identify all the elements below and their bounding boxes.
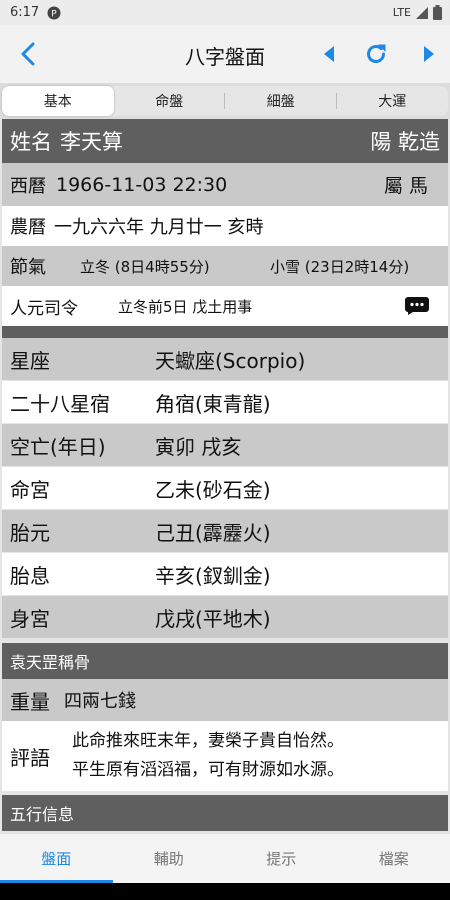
weight-value: 四兩七錢 bbox=[64, 691, 136, 712]
solar-term-label: 節氣 bbox=[10, 257, 46, 278]
bone-weight-card: 袁天罡稱骨 重量 四兩七錢 評語 此命推來旺末年，妻榮子貴自怡然。 平生原有滔滔… bbox=[2, 643, 448, 791]
attribute-value: 角宿(東青龍) bbox=[155, 391, 271, 416]
status-bar: 6:17 P LTE bbox=[0, 0, 450, 25]
section-divider bbox=[2, 326, 448, 338]
nav-label: 提示 bbox=[266, 850, 297, 868]
tab-basic[interactable]: 基本 bbox=[2, 86, 114, 116]
name-row: 姓名 李天算 陽 乾造 bbox=[2, 119, 448, 163]
next-triangle-icon bbox=[424, 46, 434, 62]
attribute-value: 己丑(霹靂火) bbox=[155, 520, 271, 545]
verdict-line: 此命推來旺末年，妻榮子貴自怡然。 bbox=[72, 731, 344, 751]
status-time: 6:17 bbox=[10, 5, 40, 20]
five-elements-title: 五行信息 bbox=[2, 795, 448, 831]
attribute-value: 天蠍座(Scorpio) bbox=[155, 348, 306, 373]
attribute-row: 胎元 己丑(霹靂火) bbox=[2, 510, 448, 553]
attribute-value: 辛亥(釵釧金) bbox=[155, 563, 271, 588]
attribute-row: 胎息 辛亥(釵釧金) bbox=[2, 553, 448, 596]
attribute-key: 身宮 bbox=[10, 606, 50, 631]
renyuan-value: 立冬前5日 戊土用事 bbox=[118, 297, 253, 316]
nav-files[interactable]: 檔案 bbox=[338, 834, 450, 883]
nav-auxiliary[interactable]: 輔助 bbox=[113, 834, 226, 883]
solar-datetime: 1966-11-03 22:30 bbox=[56, 173, 228, 196]
tab-label: 命盤 bbox=[155, 94, 184, 110]
app-notification-icon: P bbox=[47, 6, 61, 19]
tab-label: 基本 bbox=[43, 94, 72, 110]
segment-bar: 基本 命盤 細盤 大運 bbox=[0, 83, 450, 119]
five-elements-card: 五行信息 bbox=[2, 795, 448, 831]
attribute-value: 戊戌(平地木) bbox=[155, 606, 271, 631]
solar-term-row: 節氣 立冬 (8日4時55分) 小雪 (23日2時14分) bbox=[2, 246, 448, 286]
attribute-row: 星座 天蠍座(Scorpio) bbox=[2, 338, 448, 381]
segmented-control: 基本 命盤 細盤 大運 bbox=[2, 86, 448, 116]
attribute-key: 二十八星宿 bbox=[10, 391, 110, 416]
lunar-date: 一九六六年 九月廿一 亥時 bbox=[54, 217, 264, 238]
network-type: LTE bbox=[392, 6, 411, 19]
tab-label: 細盤 bbox=[266, 94, 295, 110]
profile-card: 姓名 李天算 陽 乾造 西曆 1966-11-03 22:30 屬 馬 農曆 一… bbox=[2, 119, 448, 639]
app-bar: 八字盤面 bbox=[0, 25, 450, 83]
weight-row: 重量 四兩七錢 bbox=[2, 679, 448, 721]
tab-label: 大運 bbox=[378, 94, 407, 110]
battery-icon bbox=[433, 5, 442, 20]
attribute-row: 身宮 戊戌(平地木) bbox=[2, 596, 448, 639]
attribute-row: 空亡(年日) 寅卯 戌亥 bbox=[2, 424, 448, 467]
gender-value: 陽 乾造 bbox=[370, 130, 440, 154]
verdict-line: 平生原有滔滔福，可有財源如水源。 bbox=[72, 760, 344, 780]
attribute-key: 命宮 bbox=[10, 477, 50, 502]
attribute-row: 命宮 乙未(砂石金) bbox=[2, 467, 448, 510]
svg-text:P: P bbox=[51, 9, 57, 19]
tab-major-luck[interactable]: 大運 bbox=[337, 86, 449, 116]
refresh-button[interactable] bbox=[358, 36, 394, 72]
comment-dots-icon[interactable] bbox=[404, 296, 430, 316]
signal-icon bbox=[416, 6, 428, 19]
name-value: 李天算 bbox=[60, 130, 123, 154]
zodiac-animal: 屬 馬 bbox=[383, 175, 428, 197]
renyuan-label: 人元司令 bbox=[10, 298, 78, 319]
attribute-value: 乙未(砂石金) bbox=[155, 477, 271, 502]
solar-term-next: 小雪 (23日2時14分) bbox=[270, 257, 410, 276]
next-button[interactable] bbox=[414, 38, 444, 70]
verdict-row: 評語 此命推來旺末年，妻榮子貴自怡然。 平生原有滔滔福，可有財源如水源。 bbox=[2, 721, 448, 791]
attribute-key: 空亡(年日) bbox=[10, 434, 106, 459]
solar-term-prev: 立冬 (8日4時55分) bbox=[80, 257, 210, 276]
nav-label: 盤面 bbox=[41, 850, 72, 868]
tab-detail[interactable]: 細盤 bbox=[225, 86, 337, 116]
lunar-label: 農曆 bbox=[10, 217, 46, 238]
bone-weight-title: 袁天罡稱骨 bbox=[2, 643, 448, 679]
attribute-value: 寅卯 戌亥 bbox=[155, 434, 242, 459]
attribute-key: 胎息 bbox=[10, 563, 50, 588]
attribute-key: 星座 bbox=[10, 348, 50, 373]
nav-label: 輔助 bbox=[153, 850, 184, 868]
verdict-label: 評語 bbox=[10, 745, 50, 770]
name-label: 姓名 bbox=[10, 130, 52, 154]
solar-date-row: 西曆 1966-11-03 22:30 屬 馬 bbox=[2, 163, 448, 206]
nav-chart[interactable]: 盤面 bbox=[0, 834, 113, 883]
nav-hints[interactable]: 提示 bbox=[225, 834, 338, 883]
nav-label: 檔案 bbox=[378, 850, 409, 868]
attribute-row: 二十八星宿 角宿(東青龍) bbox=[2, 381, 448, 424]
previous-triangle-icon bbox=[324, 46, 334, 62]
renyuan-row: 人元司令 立冬前5日 戊土用事 bbox=[2, 286, 448, 326]
bottom-navigation: 盤面 輔助 提示 檔案 bbox=[0, 833, 450, 883]
lunar-date-row: 農曆 一九六六年 九月廿一 亥時 bbox=[2, 206, 448, 246]
tab-chart[interactable]: 命盤 bbox=[114, 86, 225, 116]
previous-button[interactable] bbox=[314, 38, 344, 70]
system-navigation-bar bbox=[0, 883, 450, 900]
attribute-key: 胎元 bbox=[10, 520, 50, 545]
solar-label: 西曆 bbox=[10, 175, 46, 197]
refresh-icon bbox=[367, 44, 386, 63]
weight-label: 重量 bbox=[10, 689, 50, 714]
main-content[interactable]: 姓名 李天算 陽 乾造 西曆 1966-11-03 22:30 屬 馬 農曆 一… bbox=[0, 119, 450, 833]
